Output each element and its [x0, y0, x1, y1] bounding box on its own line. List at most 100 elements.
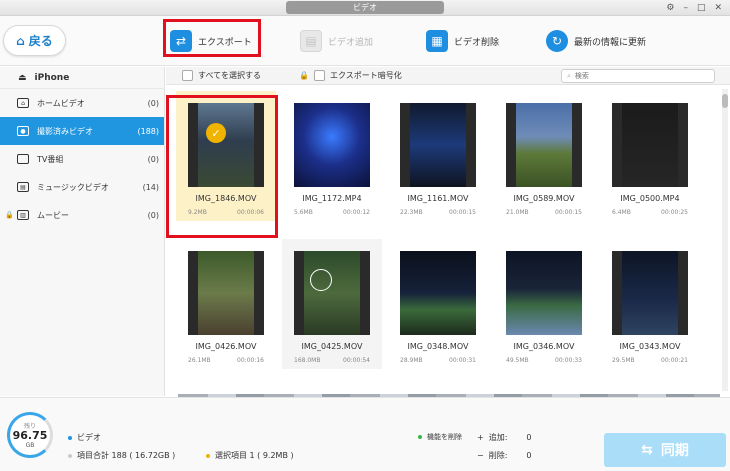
video-size: 21.0MB	[506, 209, 529, 216]
video-duration: 00:00:12	[343, 209, 370, 216]
storage-unit: GB	[25, 442, 35, 449]
add-counter-label: 追加:	[488, 433, 508, 442]
sidebar-item-home-video[interactable]: ⌂ ホームビデオ (0)	[0, 89, 164, 117]
storage-value: 96.75	[12, 429, 48, 442]
video-thumbnail	[400, 103, 476, 187]
film-icon: ▦	[426, 30, 448, 52]
add-counter: + 追加: 0	[477, 432, 532, 443]
maximize-icon[interactable]: □	[697, 2, 706, 14]
sidebar-item-count: (188)	[137, 126, 159, 136]
video-card[interactable]: IMG_0343.MOV 29.5MB 00:00:21	[600, 239, 700, 369]
back-button[interactable]: ⌂ 戻る	[3, 25, 66, 56]
video-size: 22.3MB	[400, 209, 423, 216]
remove-counter-label: 削除:	[488, 451, 508, 460]
category-label: ビデオ	[77, 433, 101, 442]
video-name: IMG_0343.MOV	[619, 342, 681, 351]
checkbox-box	[313, 70, 325, 81]
checkbox-box	[182, 70, 193, 81]
camera-icon: ●	[17, 126, 29, 136]
search-input[interactable]	[574, 72, 695, 80]
sidebar-item-movies[interactable]: 🔒 ▥ ムービー (0)	[0, 201, 164, 229]
video-card[interactable]: IMG_0425.MOV 168.0MB 00:00:54	[282, 239, 382, 369]
video-name: IMG_0348.MOV	[407, 342, 469, 351]
sidebar-item-count: (14)	[142, 182, 159, 192]
minimize-icon[interactable]: –	[683, 2, 688, 14]
refresh-label: 最新の情報に更新	[574, 37, 647, 48]
add-video-label: ビデオ追加	[328, 37, 374, 48]
close-icon[interactable]: ✕	[714, 2, 722, 14]
video-card[interactable]: IMG_0346.MOV 49.5MB 00:00:33	[494, 239, 594, 369]
video-size: 6.4MB	[612, 209, 631, 216]
scrollbar-thumb[interactable]	[722, 94, 728, 108]
selected-dot-icon	[206, 453, 210, 458]
sidebar-item-label: ミュージックビデオ	[37, 182, 109, 192]
sync-button[interactable]: ⇆ 同期	[604, 433, 726, 467]
sync-label: 同期	[660, 443, 689, 459]
video-size: 49.5MB	[506, 357, 529, 364]
video-name: IMG_0500.MP4	[620, 194, 680, 203]
video-thumbnail	[188, 251, 264, 335]
encrypt-export-checkbox[interactable]: 🔒 エクスポート暗号化	[299, 70, 402, 81]
sidebar-item-tv-shows[interactable]: TV番組 (0)	[0, 145, 164, 173]
video-thumbnail	[294, 251, 370, 335]
video-size: 5.6MB	[294, 209, 313, 216]
video-thumbnail	[612, 103, 688, 187]
total-label: 項目合計 188 ( 16.72GB )	[77, 451, 176, 460]
search-box[interactable]: ⌕	[561, 69, 715, 83]
sidebar-item-label: TV番組	[37, 154, 64, 164]
back-label: 戻る	[28, 34, 53, 48]
video-duration: 00:00:21	[661, 357, 688, 364]
video-size: 28.9MB	[400, 357, 423, 364]
lock-icon: 🔒	[5, 211, 14, 219]
video-card[interactable]: IMG_1161.MOV 22.3MB 00:00:15	[388, 91, 488, 221]
video-duration: 00:00:54	[343, 357, 370, 364]
settings-icon[interactable]: ⚙	[666, 2, 674, 14]
sidebar-item-label: 撮影済みビデオ	[37, 126, 93, 136]
selected-card-highlight-box	[166, 95, 278, 238]
filter-bar: すべてを選択する 🔒 エクスポート暗号化 ⌕	[166, 67, 730, 85]
plus-icon: +	[477, 433, 484, 442]
sidebar-item-camera-roll[interactable]: ● 撮影済みビデオ (188)	[0, 117, 164, 145]
video-thumbnail	[506, 103, 582, 187]
video-name: IMG_1161.MOV	[407, 194, 469, 203]
video-card[interactable]: IMG_1172.MP4 5.6MB 00:00:12	[282, 91, 382, 221]
remove-counter-value: 0	[526, 451, 532, 460]
sidebar: ⏏ iPhone ⌂ ホームビデオ (0) ● 撮影済みビデオ (188) TV…	[0, 67, 165, 396]
video-size: 26.1MB	[188, 357, 211, 364]
video-card[interactable]: IMG_0589.MOV 21.0MB 00:00:15	[494, 91, 594, 221]
video-name: IMG_0425.MOV	[301, 342, 363, 351]
device-header[interactable]: ⏏ iPhone	[0, 67, 164, 89]
video-thumbnail	[506, 251, 582, 335]
video-card[interactable]: IMG_0500.MP4 6.4MB 00:00:25	[600, 91, 700, 221]
sidebar-item-count: (0)	[147, 210, 159, 220]
video-thumbnail	[294, 103, 370, 187]
title-bar: ビデオ ⚙ – □ ✕	[0, 0, 730, 16]
refresh-button[interactable]: ↻ 最新の情報に更新	[546, 26, 646, 56]
sidebar-item-count: (0)	[147, 98, 159, 108]
video-duration: 00:00:16	[237, 357, 264, 364]
home-video-icon: ⌂	[17, 98, 29, 108]
sidebar-item-music-video[interactable]: ▤ ミュージックビデオ (14)	[0, 173, 164, 201]
video-card[interactable]: IMG_0348.MOV 28.9MB 00:00:31	[388, 239, 488, 369]
select-all-checkbox[interactable]: すべてを選択する	[182, 70, 261, 81]
window-title: ビデオ	[286, 1, 444, 14]
delete-dot-icon	[418, 435, 422, 439]
tv-icon	[17, 154, 29, 164]
play-icon[interactable]	[310, 269, 332, 291]
sidebar-item-count: (0)	[147, 154, 159, 164]
video-size: 168.0MB	[294, 357, 321, 364]
delete-video-button[interactable]: ▦ ビデオ削除	[426, 26, 499, 56]
vertical-scrollbar[interactable]	[722, 89, 728, 391]
category-dot-icon	[68, 435, 72, 440]
video-duration: 00:00:33	[555, 357, 582, 364]
add-video-button[interactable]: ▤ ビデオ追加	[300, 26, 373, 56]
remove-counter: − 削除: 0	[477, 450, 532, 461]
sidebar-item-label: ムービー	[37, 210, 69, 220]
video-size: 29.5MB	[612, 357, 635, 364]
device-name: iPhone	[34, 72, 70, 83]
movie-icon: ▥	[17, 210, 29, 220]
app-window: ビデオ ⚙ – □ ✕ ⌂ 戻る ⇄ エクスポート ▤ ビデオ追加 ▦ ビデオ削…	[0, 0, 730, 471]
status-bar: 残り 96.75 GB ビデオ 項目合計 188 ( 16.72GB ) 選択項…	[0, 397, 730, 471]
delete-video-label: ビデオ削除	[454, 37, 500, 48]
video-card[interactable]: IMG_0426.MOV 26.1MB 00:00:16	[176, 239, 276, 369]
